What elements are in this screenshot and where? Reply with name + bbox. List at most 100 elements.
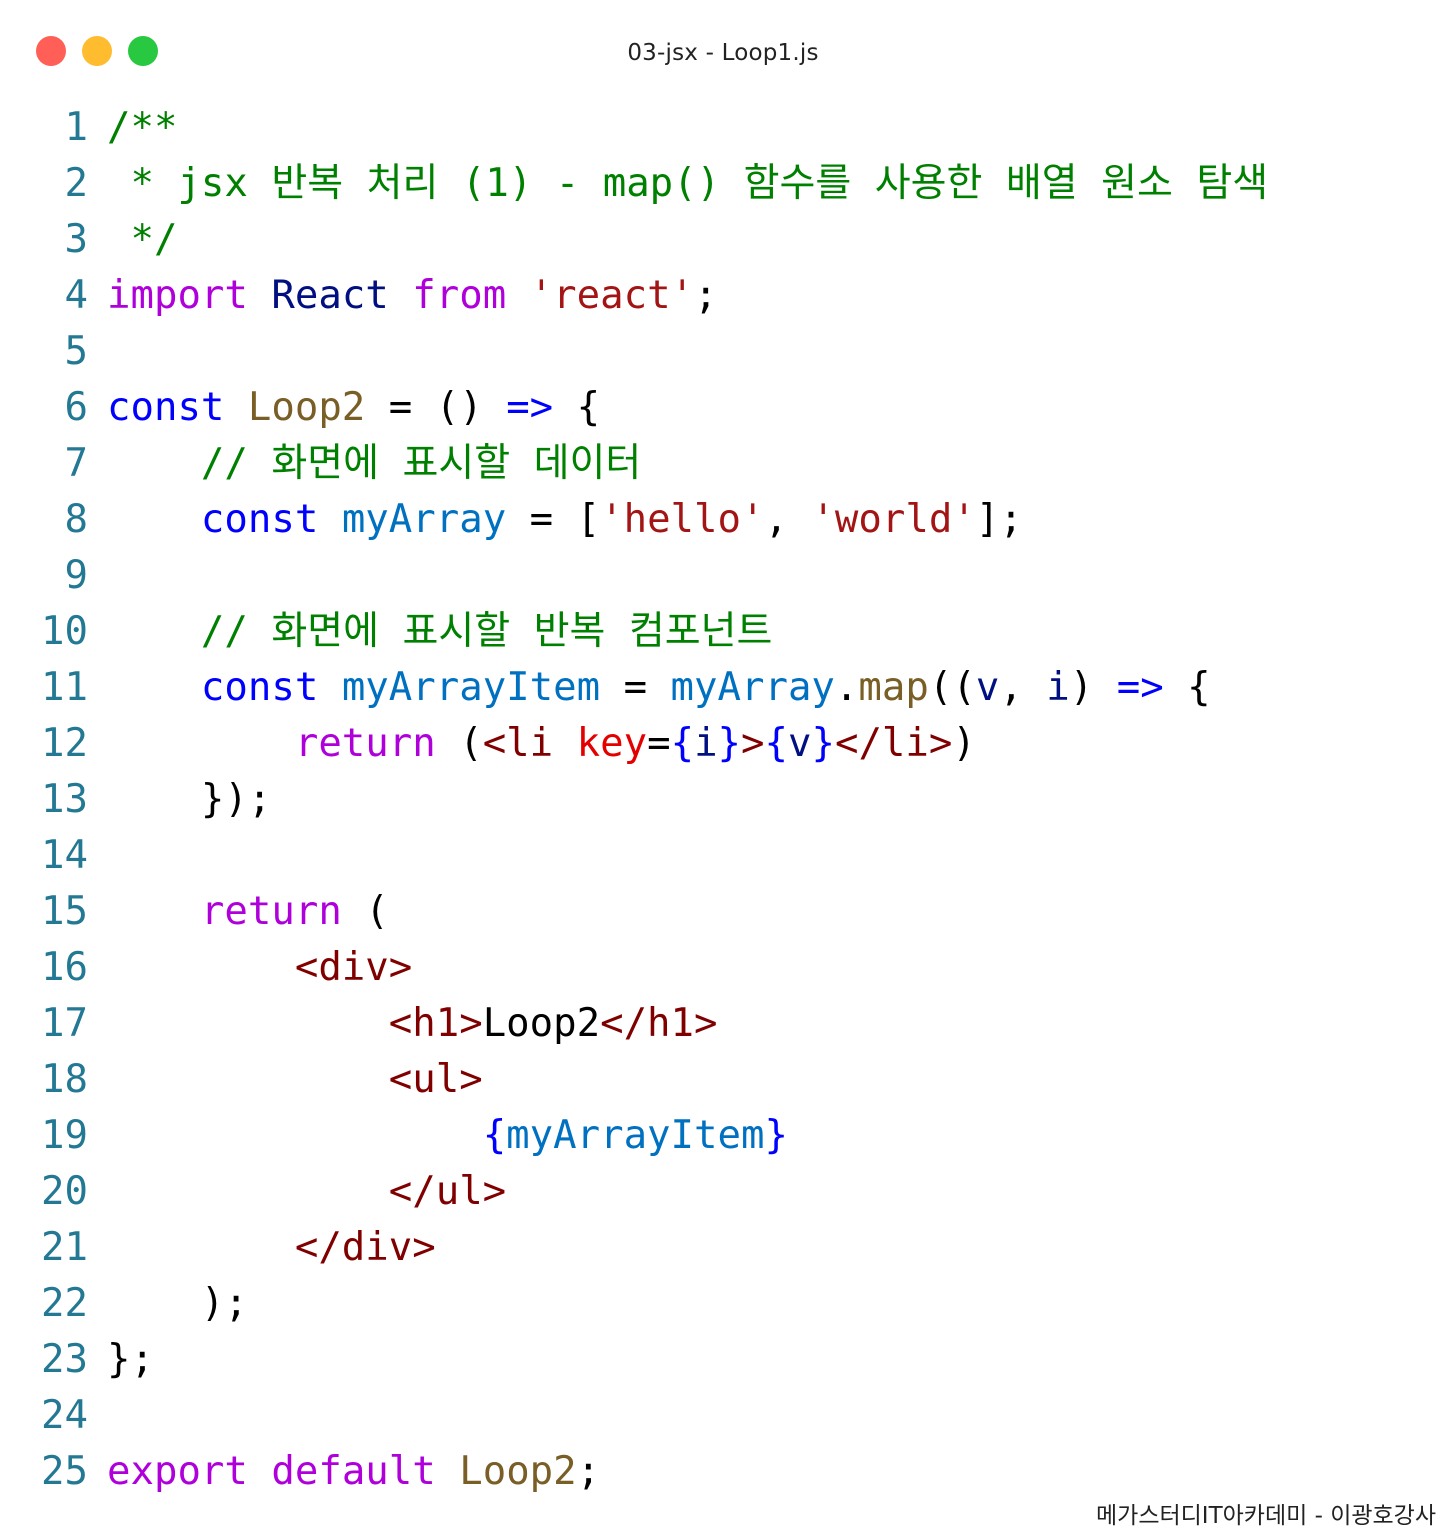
code-token: = xyxy=(600,665,671,710)
code-token: * jsx 반복 처리 (1) - map() 함수를 사용한 배열 원소 탐색 xyxy=(107,161,1269,206)
line-number: 12 xyxy=(41,721,88,766)
code-text: * jsx 반복 처리 (1) - map() 함수를 사용한 배열 원소 탐색 xyxy=(107,156,1268,212)
code-text: <div> xyxy=(107,940,412,996)
code-token: 'hello' xyxy=(600,497,765,542)
code-token: ); xyxy=(107,1281,248,1326)
code-text: export default Loop2; xyxy=(107,1444,600,1500)
line-number: 16 xyxy=(41,945,88,990)
code-token: } xyxy=(811,721,835,766)
code-text: const myArray = ['hello', 'world']; xyxy=(107,492,1023,548)
code-token: <ul> xyxy=(388,1057,483,1102)
code-text: const Loop2 = () => { xyxy=(107,380,600,436)
code-token: ) xyxy=(1069,665,1117,710)
code-token: 'world' xyxy=(811,497,976,542)
code-token: myArray xyxy=(341,497,507,542)
code-token: myArrayItem xyxy=(506,1113,765,1158)
code-line: 4 import React from 'react'; xyxy=(0,268,1446,324)
code-line: 17 <h1>Loop2</h1> xyxy=(0,996,1446,1052)
code-token: </li> xyxy=(834,721,953,766)
code-token: default xyxy=(271,1449,436,1494)
code-token: Loop2 xyxy=(459,1449,577,1494)
line-number: 20 xyxy=(41,1169,88,1214)
code-token: </h1> xyxy=(600,1001,718,1046)
code-text: return (<li key={i}>{v}</li>) xyxy=(107,716,976,772)
code-token: ) xyxy=(952,721,976,766)
code-text: <ul> xyxy=(107,1052,483,1108)
code-token: (( xyxy=(928,665,976,710)
code-token: i xyxy=(1046,665,1070,710)
code-token: { xyxy=(553,385,601,430)
code-token: , xyxy=(999,665,1047,710)
line-number: 10 xyxy=(41,609,88,654)
line-number: 19 xyxy=(41,1113,88,1158)
code-line: 13 }); xyxy=(0,772,1446,828)
code-line: 12 return (<li key={i}>{v}</li>) xyxy=(0,716,1446,772)
code-token: v xyxy=(975,665,1000,710)
line-number: 4 xyxy=(64,273,88,318)
code-line: 16 <div> xyxy=(0,940,1446,996)
code-line: 8 const myArray = ['hello', 'world']; xyxy=(0,492,1446,548)
line-number: 6 xyxy=(64,385,88,430)
code-token: const xyxy=(200,497,319,542)
code-text: return ( xyxy=(107,884,389,940)
footer-credit: 메가스터디IT아카데미 - 이광호강사 xyxy=(1096,1503,1436,1529)
code-text: </ul> xyxy=(107,1164,506,1220)
code-token: > xyxy=(741,721,765,766)
code-text: </div> xyxy=(107,1220,436,1276)
code-line: 24 xyxy=(0,1388,1446,1444)
code-line: 15 return ( xyxy=(0,884,1446,940)
code-token: ; xyxy=(694,273,718,318)
code-line: 2 * jsx 반복 처리 (1) - map() 함수를 사용한 배열 원소 … xyxy=(0,156,1446,212)
code-token: const xyxy=(200,665,319,710)
code-token: . xyxy=(834,665,859,710)
code-token: React xyxy=(271,273,389,318)
code-line: 6 const Loop2 = () => { xyxy=(0,380,1446,436)
code-token: { xyxy=(764,721,788,766)
code-line: 21 </div> xyxy=(0,1220,1446,1276)
line-number: 14 xyxy=(41,833,88,878)
code-token: ( xyxy=(435,721,483,766)
line-number: 3 xyxy=(64,217,88,262)
code-line: 23}; xyxy=(0,1332,1446,1388)
line-number: 24 xyxy=(41,1393,88,1438)
code-token: <div> xyxy=(294,945,413,990)
code-token: key xyxy=(576,721,648,766)
code-text: */ xyxy=(107,212,177,268)
code-token: <li xyxy=(482,721,554,766)
code-token: import xyxy=(107,273,248,318)
line-number: 7 xyxy=(64,441,88,486)
line-number: 9 xyxy=(64,553,88,598)
code-text: <h1>Loop2</h1> xyxy=(107,996,718,1052)
code-text: {myArrayItem} xyxy=(107,1108,788,1164)
code-token: { xyxy=(1163,665,1211,710)
line-number: 23 xyxy=(41,1337,88,1382)
code-editor[interactable]: 1 /** 2 * jsx 반복 처리 (1) - map() 함수를 사용한 배열… xyxy=(0,100,1446,1500)
code-line: 22 ); xyxy=(0,1276,1446,1332)
line-number: 1 xyxy=(64,105,88,150)
code-line: 7 // 화면에 표시할 데이터 xyxy=(0,436,1446,492)
code-line: 11 const myArrayItem = myArray.map((v, i… xyxy=(0,660,1446,716)
code-text: }); xyxy=(107,772,271,828)
code-line: 9 xyxy=(0,548,1446,604)
code-token: </div> xyxy=(294,1225,436,1270)
code-token: => xyxy=(1116,665,1164,710)
code-token: } xyxy=(717,721,742,766)
code-token: // 화면에 표시할 데이터 xyxy=(200,441,642,486)
code-text: const myArrayItem = myArray.map((v, i) =… xyxy=(107,660,1211,716)
line-number: 18 xyxy=(41,1057,88,1102)
code-text: /** xyxy=(107,100,177,156)
line-number: 8 xyxy=(64,497,88,542)
code-token: }); xyxy=(107,777,272,822)
code-text: import React from 'react'; xyxy=(107,268,718,324)
